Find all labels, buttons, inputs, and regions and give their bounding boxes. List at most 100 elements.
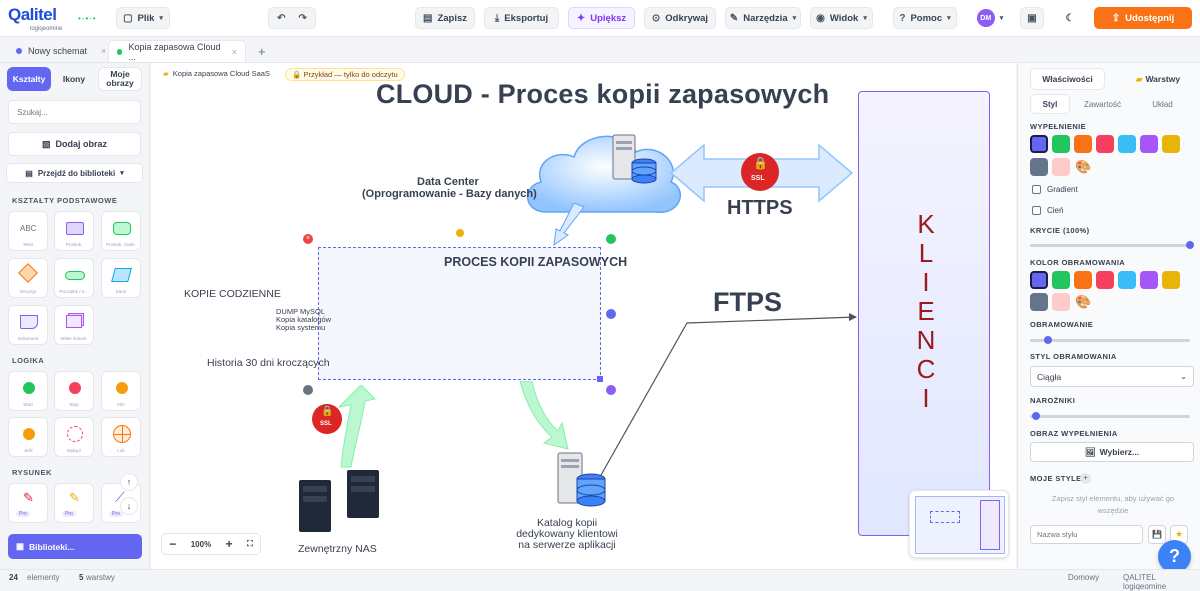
fill-swatch-orange[interactable] bbox=[1074, 135, 1092, 153]
shape-rounded-rectangle[interactable]: Prostok. zaokr. bbox=[101, 211, 141, 251]
logic-or[interactable]: Lub bbox=[101, 417, 141, 457]
tab-layers[interactable]: ▰ Warstwy bbox=[1123, 68, 1193, 90]
file-menu-button[interactable]: ▢ Plik ▾ bbox=[116, 7, 170, 29]
nas-device-icon[interactable] bbox=[295, 468, 385, 534]
style-name-input[interactable] bbox=[1031, 526, 1142, 543]
clients-box[interactable]: K L I E N C I bbox=[858, 91, 990, 536]
shape-decision[interactable]: Decyzja bbox=[8, 258, 48, 298]
undo-icon[interactable]: ↶ bbox=[277, 13, 285, 24]
https-label[interactable]: HTTPS bbox=[727, 197, 793, 220]
add-tab-button[interactable]: + bbox=[250, 40, 274, 62]
border-swatch-slate[interactable] bbox=[1030, 293, 1048, 311]
tab-icons[interactable]: Ikony bbox=[53, 67, 95, 91]
ftps-label[interactable]: FTPS bbox=[713, 287, 782, 318]
view-menu-button[interactable]: ◉ Widok ▾ bbox=[810, 7, 873, 29]
save-style-icon[interactable]: 💾 bbox=[1148, 525, 1166, 544]
libraries-button[interactable]: ▦ Biblioteki... bbox=[8, 534, 142, 559]
add-image-button[interactable]: ▧ Dodaj obraz bbox=[8, 132, 141, 156]
logic-info[interactable]: Info bbox=[101, 371, 141, 411]
fill-swatch-indigo[interactable] bbox=[1030, 135, 1048, 153]
subtab-layout[interactable]: Układ bbox=[1135, 100, 1190, 109]
library-button[interactable]: ▤ Przejdź do biblioteki ▾ bbox=[6, 163, 143, 183]
slider-knob[interactable] bbox=[1044, 336, 1052, 344]
discover-button[interactable]: ⊙ Odkrywaj bbox=[644, 7, 716, 29]
delete-handle-icon[interactable]: × bbox=[303, 234, 313, 244]
tab-properties[interactable]: Właściwości bbox=[1030, 68, 1105, 90]
border-swatch-orange[interactable] bbox=[1074, 271, 1092, 289]
ftps-connector[interactable] bbox=[591, 308, 861, 478]
tab-new-diagram[interactable]: Nowy schemat × bbox=[8, 40, 114, 62]
tool-pen[interactable]: ✎ Pro bbox=[8, 483, 48, 523]
diagram-title[interactable]: CLOUD - Proces kopii zapasowych bbox=[376, 79, 829, 110]
border-swatch-red[interactable] bbox=[1096, 271, 1114, 289]
fill-swatch-red[interactable] bbox=[1096, 135, 1114, 153]
shape-multi-document[interactable]: Wiele dokum. bbox=[54, 305, 94, 345]
border-swatch-pink[interactable] bbox=[1052, 293, 1070, 311]
border-swatch-indigo[interactable] bbox=[1030, 271, 1048, 289]
connect-handle[interactable] bbox=[606, 309, 616, 319]
link-handle-icon[interactable] bbox=[606, 385, 616, 395]
fill-swatch-pink[interactable] bbox=[1052, 158, 1070, 176]
shape-search-input[interactable] bbox=[9, 101, 140, 123]
shape-terminator[interactable]: Początek / K... bbox=[54, 258, 94, 298]
add-style-icon[interactable]: + bbox=[1080, 473, 1091, 484]
slider-knob[interactable] bbox=[1186, 241, 1194, 249]
color-palette-icon[interactable]: 🎨 bbox=[1075, 159, 1091, 175]
beautify-button[interactable]: ✦ Upiększ bbox=[568, 7, 635, 29]
diagram-canvas[interactable]: ▰ Kopia zapasowa Cloud SaaS 🔒 Przykład —… bbox=[151, 63, 1016, 569]
tab-shapes[interactable]: Kształty bbox=[7, 67, 51, 91]
theme-toggle-button[interactable]: ☾ bbox=[1058, 7, 1082, 29]
app-logo[interactable]: Qalitel •-•-• logiqeomine bbox=[8, 5, 108, 33]
tab-my-images[interactable]: Moje obrazy bbox=[98, 67, 142, 91]
border-swatch-green[interactable] bbox=[1052, 271, 1070, 289]
border-swatch-sky[interactable] bbox=[1118, 271, 1136, 289]
dump-list[interactable]: DUMP MySQL Kopia katalogów Kopia systemu bbox=[276, 308, 331, 332]
user-menu-button[interactable]: DM ▾ bbox=[967, 7, 1013, 29]
shape-search-field[interactable] bbox=[8, 100, 141, 124]
logic-stop[interactable]: Stop bbox=[54, 371, 94, 411]
shadow-checkbox[interactable]: Cień bbox=[1032, 206, 1063, 215]
opacity-slider[interactable] bbox=[1030, 241, 1194, 249]
duplicate-handle-icon[interactable] bbox=[606, 234, 616, 244]
subtab-content[interactable]: Zawartość bbox=[1070, 100, 1135, 109]
scroll-down-button[interactable]: ↓ bbox=[120, 497, 138, 515]
choose-image-button[interactable]: 🖼 Wybierz... bbox=[1030, 442, 1194, 462]
shape-data[interactable]: Dane bbox=[101, 258, 141, 298]
history-label[interactable]: Historia 30 dni kroczących bbox=[207, 357, 330, 369]
fit-screen-icon[interactable]: ⛶ bbox=[247, 539, 253, 549]
border-swatch-yellow[interactable] bbox=[1162, 271, 1180, 289]
daily-backups-label[interactable]: KOPIE CODZIENNE bbox=[184, 288, 281, 300]
nas-label[interactable]: Zewnętrzny NAS bbox=[298, 543, 377, 555]
shape-document[interactable]: Dokument bbox=[8, 305, 48, 345]
tool-highlighter[interactable]: ✎ Pro bbox=[54, 483, 94, 523]
border-style-select[interactable]: Ciągła ⌄ bbox=[1030, 366, 1194, 387]
gradient-checkbox[interactable]: Gradient bbox=[1032, 185, 1078, 194]
process-title[interactable]: PROCES KOPII ZAPASOWYCH bbox=[444, 255, 627, 269]
share-button[interactable]: ⇪ Udostępnij bbox=[1094, 7, 1192, 29]
catalog-server-icon[interactable] bbox=[554, 451, 610, 511]
zoom-out-icon[interactable]: − bbox=[169, 537, 176, 551]
fill-swatch-slate[interactable] bbox=[1030, 158, 1048, 176]
tools-menu-button[interactable]: ✎ Narzędzia ▾ bbox=[725, 7, 801, 29]
slider-knob[interactable] bbox=[1032, 412, 1040, 420]
save-button[interactable]: ▤ Zapisz bbox=[415, 7, 475, 29]
border-swatch-purple[interactable] bbox=[1140, 271, 1158, 289]
present-button[interactable]: ▣ bbox=[1020, 7, 1044, 29]
subtab-style[interactable]: Styl bbox=[1030, 94, 1070, 114]
rotate-handle[interactable] bbox=[456, 229, 464, 237]
fill-swatch-green[interactable] bbox=[1052, 135, 1070, 153]
logic-disable[interactable]: Wyłącz bbox=[54, 417, 94, 457]
theme-label[interactable]: Domowy bbox=[1068, 573, 1099, 582]
cloud-icon[interactable] bbox=[516, 127, 686, 227]
minimap[interactable] bbox=[909, 490, 1009, 558]
logic-if[interactable]: Jeśli bbox=[8, 417, 48, 457]
zoom-in-icon[interactable]: + bbox=[226, 537, 233, 551]
scroll-up-button[interactable]: ↑ bbox=[120, 473, 138, 491]
fill-swatch-yellow[interactable] bbox=[1162, 135, 1180, 153]
export-button[interactable]: ⤓ Eksportuj bbox=[484, 7, 559, 29]
logic-start[interactable]: Start bbox=[8, 371, 48, 411]
fill-swatch-sky[interactable] bbox=[1118, 135, 1136, 153]
breadcrumb-doc[interactable]: Kopia zapasowa Cloud SaaS bbox=[173, 69, 270, 78]
shape-rectangle[interactable]: Prostok. bbox=[54, 211, 94, 251]
help-button[interactable]: ? Pomoc ▾ bbox=[893, 7, 957, 29]
